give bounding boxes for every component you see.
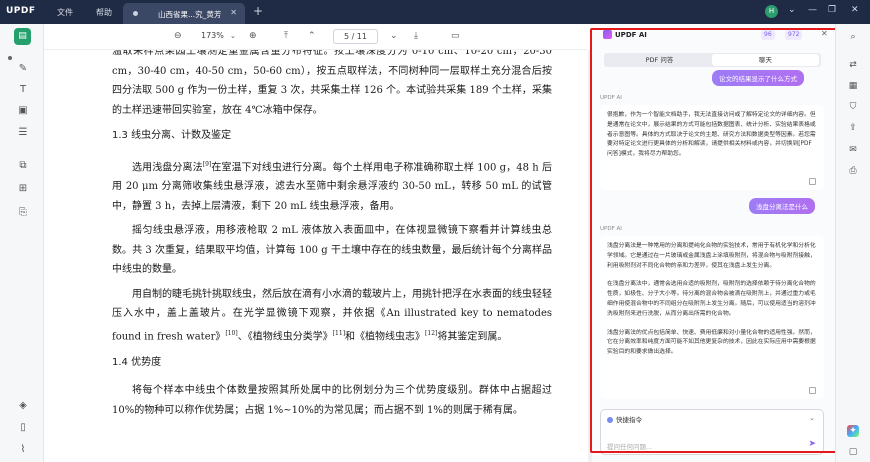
citation: [10] bbox=[225, 329, 238, 337]
ai-assistant-icon[interactable]: ✦ bbox=[847, 425, 859, 437]
presentation-icon[interactable]: ▭ bbox=[451, 31, 460, 41]
close-tab-icon[interactable]: ✕ bbox=[230, 8, 237, 17]
next-page-icon[interactable]: ⌄ bbox=[390, 31, 398, 41]
scan-icon[interactable]: ▦ bbox=[847, 80, 859, 92]
paragraph: 摇匀线虫悬浮液，用移液枪取 2 mL 液体放入表面皿中，在体视显微镜下察看并计算… bbox=[112, 225, 552, 276]
right-tool-rail: ⌕ ⇄ ▦ ⛉ ⇪ ✉ ⎙ ✦ ▢ bbox=[835, 24, 870, 462]
paragraph-text: 将其鉴定到属。 bbox=[437, 331, 508, 343]
paragraph: 温取采样点果园土壤测定重金属含量分布特征。按土壤深度分为 0-10 cm、10-… bbox=[112, 50, 552, 116]
last-page-icon[interactable]: ⤓ bbox=[414, 31, 418, 41]
document-viewport: 温取采样点果园土壤测定重金属含量分布特征。按土壤深度分为 0-10 cm、10-… bbox=[44, 50, 587, 462]
pdf-page: 温取采样点果园土壤测定重金属含量分布特征。按土壤深度分为 0-10 cm、10-… bbox=[112, 50, 552, 425]
paragraph: 用自制的睫毛挑针挑取线虫，然后放在滴有小水滴的载玻片上，用挑针把浮在水表面的线虫… bbox=[112, 285, 552, 347]
paragraph-text: 、《植物线虫分类学》 bbox=[237, 331, 333, 343]
citation: [11] bbox=[332, 329, 346, 337]
crop-icon[interactable]: ⊞ bbox=[17, 183, 29, 195]
feedback-icon[interactable]: ▢ bbox=[847, 446, 859, 458]
form-icon[interactable]: ☰ bbox=[17, 127, 29, 139]
restore-icon[interactable]: ❐ bbox=[828, 5, 836, 15]
ocr-icon[interactable]: ⎘ bbox=[17, 207, 29, 219]
tab-title: 山西省果...究_黄芳 bbox=[158, 10, 222, 19]
menu-file[interactable]: 文件 bbox=[57, 7, 73, 18]
highlight-frame bbox=[590, 28, 837, 453]
new-tab-icon[interactable]: + bbox=[253, 4, 263, 18]
attachment-icon[interactable]: ⌇ bbox=[17, 444, 29, 456]
close-window-icon[interactable]: ✕ bbox=[851, 5, 859, 15]
citation: [12] bbox=[425, 329, 438, 337]
title-bar: UPDF 文件 帮助 山西省果...究_黄芳 ✕ + H ⌄ — ❐ ✕ bbox=[0, 0, 870, 24]
citation: [9] bbox=[202, 160, 212, 168]
layers-icon[interactable]: ◈ bbox=[17, 400, 29, 412]
current-page: 5 bbox=[343, 32, 350, 41]
search-icon[interactable]: ⌕ bbox=[847, 31, 859, 43]
left-tool-rail: ▤ ✎ T ▣ ☰ ⧉ ⊞ ⎘ ◈ ▯ ⌇ bbox=[0, 24, 44, 462]
edit-image-icon[interactable]: ▣ bbox=[17, 105, 29, 117]
paragraph: 选用浅盘分离法[9]在室温下对线虫进行分离。每个土样用电子称准确称取土样 100… bbox=[112, 155, 552, 217]
zoom-dropdown-icon[interactable]: ⌄ bbox=[230, 32, 236, 40]
minimize-icon[interactable]: — bbox=[808, 5, 817, 15]
bookmark-icon[interactable]: ▯ bbox=[17, 422, 29, 434]
total-pages: 11 bbox=[356, 32, 368, 41]
reader-mode-icon[interactable]: ▤ bbox=[14, 28, 31, 45]
page-number-field[interactable]: 5 / 11 bbox=[333, 29, 378, 44]
zoom-level[interactable]: 173% bbox=[201, 31, 224, 40]
menu-help[interactable]: 帮助 bbox=[96, 7, 112, 18]
collapse-dot-icon[interactable] bbox=[8, 56, 12, 60]
section-heading: 1.4 优势度 bbox=[112, 356, 162, 368]
first-page-icon[interactable]: ⤒ bbox=[284, 31, 288, 41]
document-toolbar: ⊖ 173% ⌄ ⊕ ⤒ ⌃ 5 / 11 ⌄ ⤓ ▭ bbox=[44, 24, 587, 50]
document-tab[interactable]: 山西省果...究_黄芳 ✕ bbox=[123, 3, 245, 24]
section-heading: 1.3 线虫分离、计数及鉴定 bbox=[112, 130, 232, 141]
paragraph-text: 和《植物线虫志》 bbox=[345, 331, 426, 343]
organize-pages-icon[interactable]: ⧉ bbox=[17, 160, 29, 172]
protect-icon[interactable]: ⛉ bbox=[847, 101, 859, 113]
zoom-out-icon[interactable]: ⊖ bbox=[174, 31, 182, 41]
save-icon[interactable]: ⎙ bbox=[847, 165, 859, 177]
paragraph-text: 选用浅盘分离法 bbox=[132, 161, 203, 173]
comment-icon[interactable]: ✎ bbox=[17, 63, 29, 75]
app-window: { "titlebar": { "logo": "UPDF", "menu_fi… bbox=[0, 0, 870, 462]
chevron-down-icon[interactable]: ⌄ bbox=[788, 5, 796, 15]
zoom-in-icon[interactable]: ⊕ bbox=[249, 31, 257, 41]
page-separator: / bbox=[351, 32, 355, 41]
app-logo: UPDF bbox=[6, 6, 36, 16]
previous-page-icon[interactable]: ⌃ bbox=[308, 31, 316, 41]
email-icon[interactable]: ✉ bbox=[847, 144, 859, 156]
edit-text-icon[interactable]: T bbox=[17, 84, 29, 96]
paragraph: 将每个样本中线虫个体数量按照其所处属中的比例划分为三个优势度级别。群体中占据超过… bbox=[112, 385, 552, 416]
avatar[interactable]: H bbox=[765, 5, 778, 18]
tab-dot-icon bbox=[133, 11, 138, 16]
convert-icon[interactable]: ⇄ bbox=[847, 59, 859, 71]
share-icon[interactable]: ⇪ bbox=[847, 122, 859, 134]
